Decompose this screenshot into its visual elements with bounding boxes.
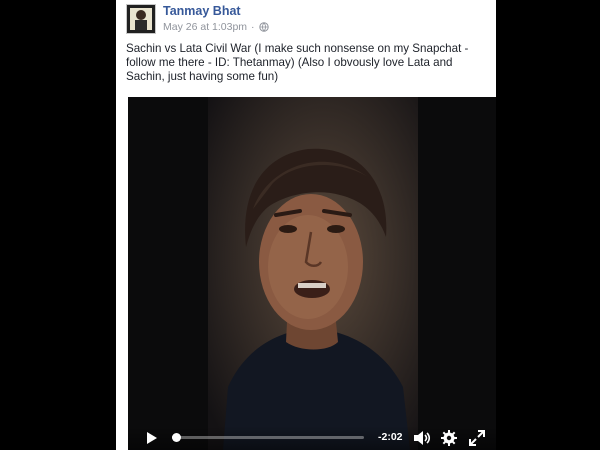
video-progress-bar[interactable] bbox=[171, 433, 364, 442]
post-text: Sachin vs Lata Civil War (I make such no… bbox=[126, 42, 469, 83]
volume-icon[interactable] bbox=[413, 430, 431, 450]
video-player[interactable]: -2:02 bbox=[128, 97, 496, 450]
video-progress-thumb[interactable] bbox=[171, 433, 181, 442]
globe-icon[interactable] bbox=[258, 22, 269, 32]
video-frame bbox=[128, 97, 496, 450]
post-author-name[interactable]: Tanmay Bhat bbox=[163, 4, 241, 18]
settings-gear-icon[interactable] bbox=[441, 430, 457, 450]
play-icon[interactable] bbox=[146, 431, 158, 450]
video-time-remaining: -2:02 bbox=[378, 431, 403, 443]
post-timestamp[interactable]: May 26 at 1:03pm bbox=[163, 21, 247, 33]
video-controls: -2:02 bbox=[128, 426, 496, 450]
post-meta: May 26 at 1:03pm · bbox=[163, 21, 269, 33]
fullscreen-icon[interactable] bbox=[469, 430, 485, 450]
facebook-post: Tanmay Bhat May 26 at 1:03pm · Sachin vs… bbox=[116, 0, 496, 450]
author-avatar[interactable] bbox=[126, 4, 156, 34]
meta-separator: · bbox=[251, 21, 255, 33]
